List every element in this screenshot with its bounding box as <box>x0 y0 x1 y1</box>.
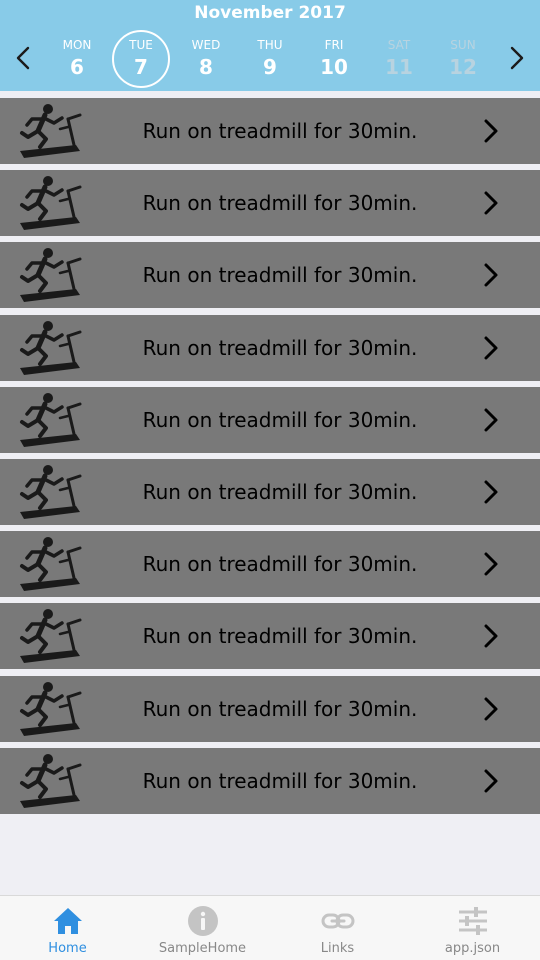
workout-label: Run on treadmill for 30min. <box>142 696 418 721</box>
link-icon <box>321 904 355 938</box>
tab-label: SampleHome <box>158 941 247 956</box>
workout-row[interactable]: Run on treadmill for 30min. <box>0 386 540 453</box>
workout-label: Run on treadmill for 30min. <box>142 119 418 143</box>
chevron-right-icon <box>480 768 502 794</box>
workout-label: Run on treadmill for 30min. <box>142 552 418 577</box>
workout-row[interactable]: Run on treadmill for 30min. <box>0 747 540 814</box>
info-icon <box>186 904 220 938</box>
tab-label: app.json <box>444 941 501 956</box>
month-title: November 2017 <box>194 3 346 23</box>
treadmill-icon <box>18 318 84 378</box>
day-tue[interactable]: TUE 7 <box>112 30 170 88</box>
day-sat[interactable]: SAT 11 <box>370 30 428 88</box>
workout-row[interactable]: Run on treadmill for 30min. <box>0 675 540 742</box>
treadmill-icon <box>18 606 84 666</box>
workout-label: Run on treadmill for 30min. <box>142 335 418 360</box>
workout-row[interactable]: Run on treadmill for 30min. <box>0 314 540 381</box>
chevron-right-icon <box>480 551 502 577</box>
treadmill-icon <box>18 679 84 739</box>
day-number: 11 <box>385 55 413 79</box>
day-number: 12 <box>449 55 477 79</box>
tab-label: Links <box>320 941 355 956</box>
day-name: SUN <box>450 38 476 52</box>
tab-label: Home <box>48 941 87 956</box>
treadmill-icon <box>18 390 84 450</box>
chevron-right-icon <box>480 479 502 505</box>
chevron-right-icon <box>480 190 502 216</box>
day-sun[interactable]: SUN 12 <box>434 30 492 88</box>
calendar-header: November 2017 MON 6 TUE 7 WED 8 THU 9 FRI 10 SAT 11… <box>0 0 540 91</box>
chevron-right-icon <box>480 335 502 361</box>
treadmill-icon <box>18 101 84 161</box>
home-icon <box>51 904 85 938</box>
tab-samplehome[interactable]: SampleHome <box>135 896 270 960</box>
day-number: 8 <box>199 55 213 79</box>
day-wed[interactable]: WED 8 <box>177 30 235 88</box>
workout-row[interactable]: Run on treadmill for 30min. <box>0 531 540 598</box>
chevron-right-icon <box>480 262 502 288</box>
treadmill-icon <box>18 245 84 305</box>
workout-label: Run on treadmill for 30min. <box>142 263 418 288</box>
day-name: WED <box>191 38 221 52</box>
chevron-right-icon <box>480 407 502 433</box>
day-number: 9 <box>263 55 277 79</box>
day-thu[interactable]: THU 9 <box>241 30 299 88</box>
workout-label: Run on treadmill for 30min. <box>142 191 418 216</box>
chevron-right-icon <box>480 696 502 722</box>
workout-label: Run on treadmill for 30min. <box>142 480 418 504</box>
bottom-tab-bar: Home SampleHome Links app.json <box>0 895 540 960</box>
chevron-right-icon <box>480 623 502 649</box>
day-name: MON <box>62 38 92 52</box>
workout-row[interactable]: Run on treadmill for 30min. <box>0 603 540 670</box>
workout-row[interactable]: Run on treadmill for 30min. <box>0 98 540 164</box>
day-name: FRI <box>324 38 344 52</box>
day-name: TUE <box>129 38 153 52</box>
workout-label: Run on treadmill for 30min. <box>142 624 418 649</box>
workout-row[interactable]: Run on treadmill for 30min. <box>0 459 540 525</box>
workout-row[interactable]: Run on treadmill for 30min. <box>0 242 540 309</box>
workout-label: Run on treadmill for 30min. <box>142 407 418 432</box>
day-mon[interactable]: MON 6 <box>48 30 106 88</box>
tab-links[interactable]: Links <box>270 896 405 960</box>
day-name: THU <box>257 38 283 52</box>
tab-app-json[interactable]: app.json <box>405 896 540 960</box>
chevron-right-icon <box>480 118 502 144</box>
day-number: 7 <box>134 55 148 79</box>
chevron-right-icon[interactable] <box>504 44 528 72</box>
day-number: 10 <box>320 55 348 79</box>
sliders-icon <box>456 904 490 938</box>
day-number: 6 <box>70 55 84 79</box>
chevron-left-icon[interactable] <box>12 44 36 72</box>
day-fri[interactable]: FRI 10 <box>305 30 363 88</box>
workout-row[interactable]: Run on treadmill for 30min. <box>0 170 540 237</box>
treadmill-icon <box>18 462 84 522</box>
treadmill-icon <box>18 751 84 811</box>
treadmill-icon <box>18 534 84 594</box>
tab-home[interactable]: Home <box>0 896 135 960</box>
workout-label: Run on treadmill for 30min. <box>142 768 418 793</box>
treadmill-icon <box>18 173 84 233</box>
day-name: SAT <box>387 38 411 52</box>
